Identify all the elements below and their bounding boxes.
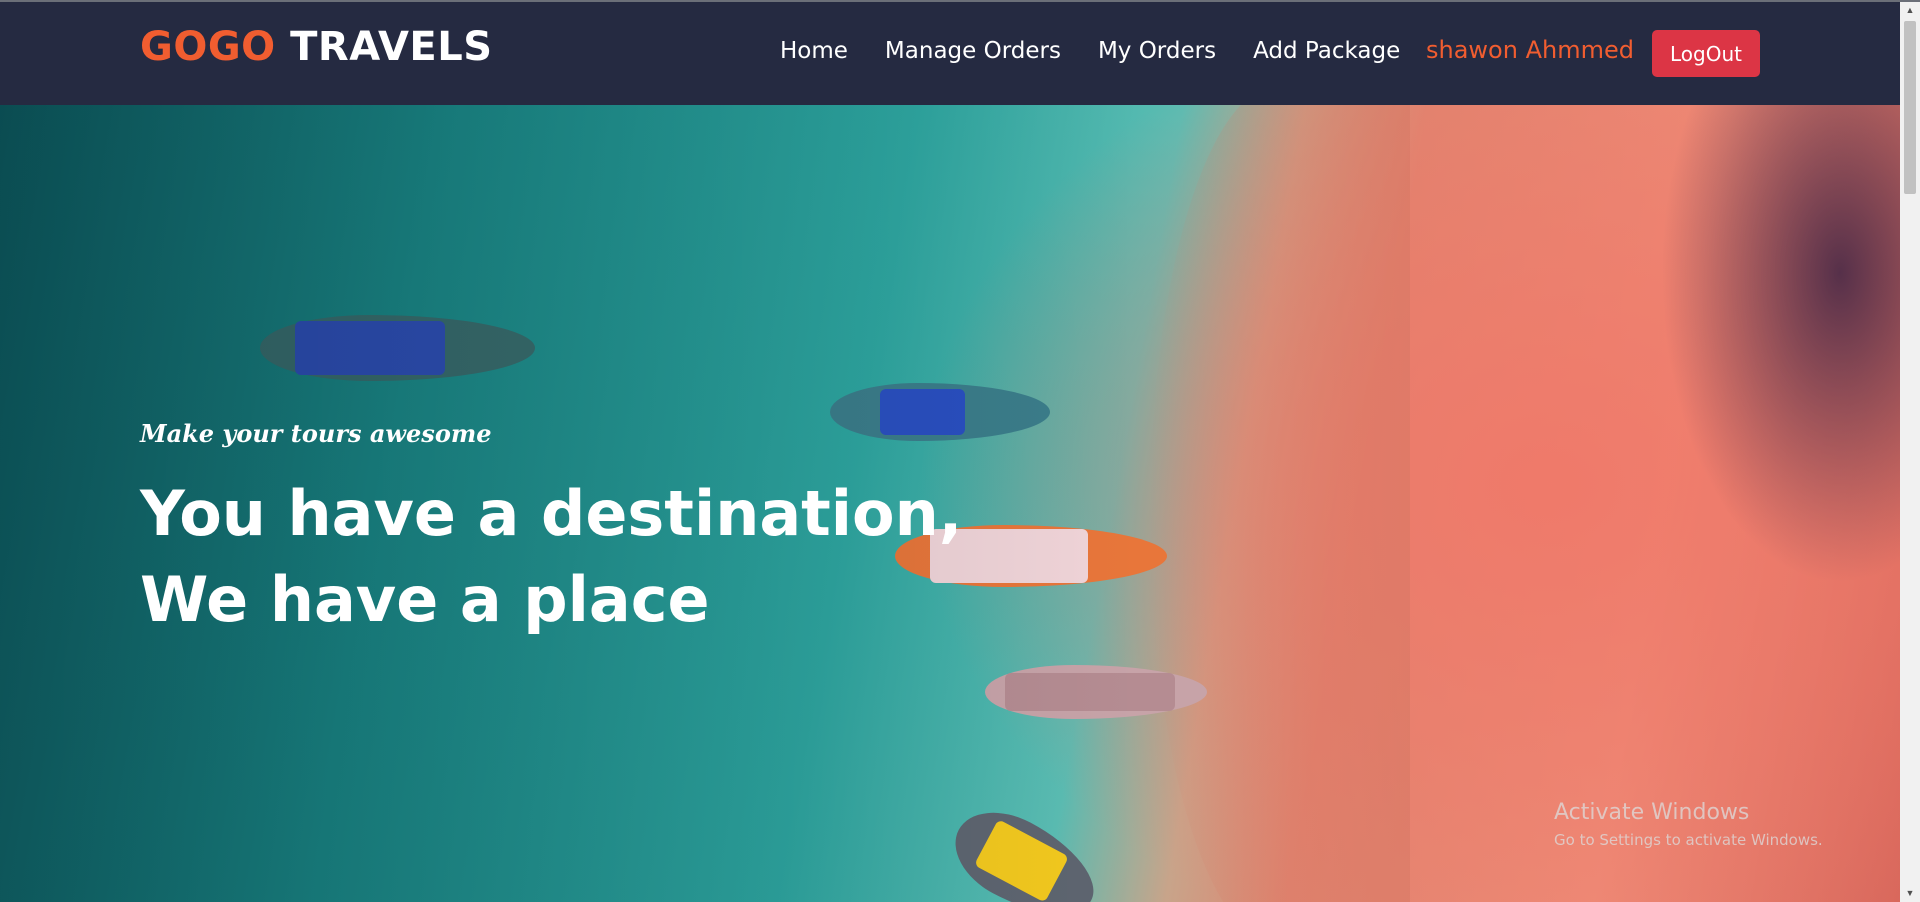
logout-button[interactable]: LogOut <box>1652 30 1760 77</box>
nav-link-home[interactable]: Home <box>780 38 848 64</box>
nav-links: Home Manage Orders My Orders Add Package <box>780 38 1437 64</box>
page: GOGO TRAVELS Home Manage Orders My Order… <box>0 0 1920 902</box>
watermark-title: Activate Windows <box>1554 800 1750 825</box>
navbar: GOGO TRAVELS Home Manage Orders My Order… <box>0 2 1900 105</box>
hero-headline-line1: You have a destination, <box>140 477 963 550</box>
hero-headline-line2: We have a place <box>140 563 710 636</box>
scroll-up-arrow-icon[interactable]: ▲ <box>1900 2 1920 19</box>
user-name: shawon Ahmmed <box>1426 36 1634 64</box>
brand-part2: TRAVELS <box>290 24 493 70</box>
scroll-thumb[interactable] <box>1904 21 1916 194</box>
nav-link-my-orders[interactable]: My Orders <box>1098 38 1216 64</box>
brand-part1: GOGO <box>140 24 276 70</box>
brand-logo[interactable]: GOGO TRAVELS <box>140 24 493 70</box>
hero-banner: Make your tours awesome You have a desti… <box>0 105 1900 902</box>
nav-link-manage-orders[interactable]: Manage Orders <box>885 38 1061 64</box>
watermark-subtitle: Go to Settings to activate Windows. <box>1554 831 1823 849</box>
vertical-scrollbar[interactable]: ▲ ▼ <box>1900 2 1920 902</box>
nav-link-add-package[interactable]: Add Package <box>1253 38 1400 64</box>
hero-tagline: Make your tours awesome <box>140 419 492 448</box>
scroll-down-arrow-icon[interactable]: ▼ <box>1900 885 1920 902</box>
hero-headline: You have a destination, We have a place <box>140 471 962 643</box>
windows-activation-watermark: Activate Windows Go to Settings to activ… <box>1554 800 1823 849</box>
